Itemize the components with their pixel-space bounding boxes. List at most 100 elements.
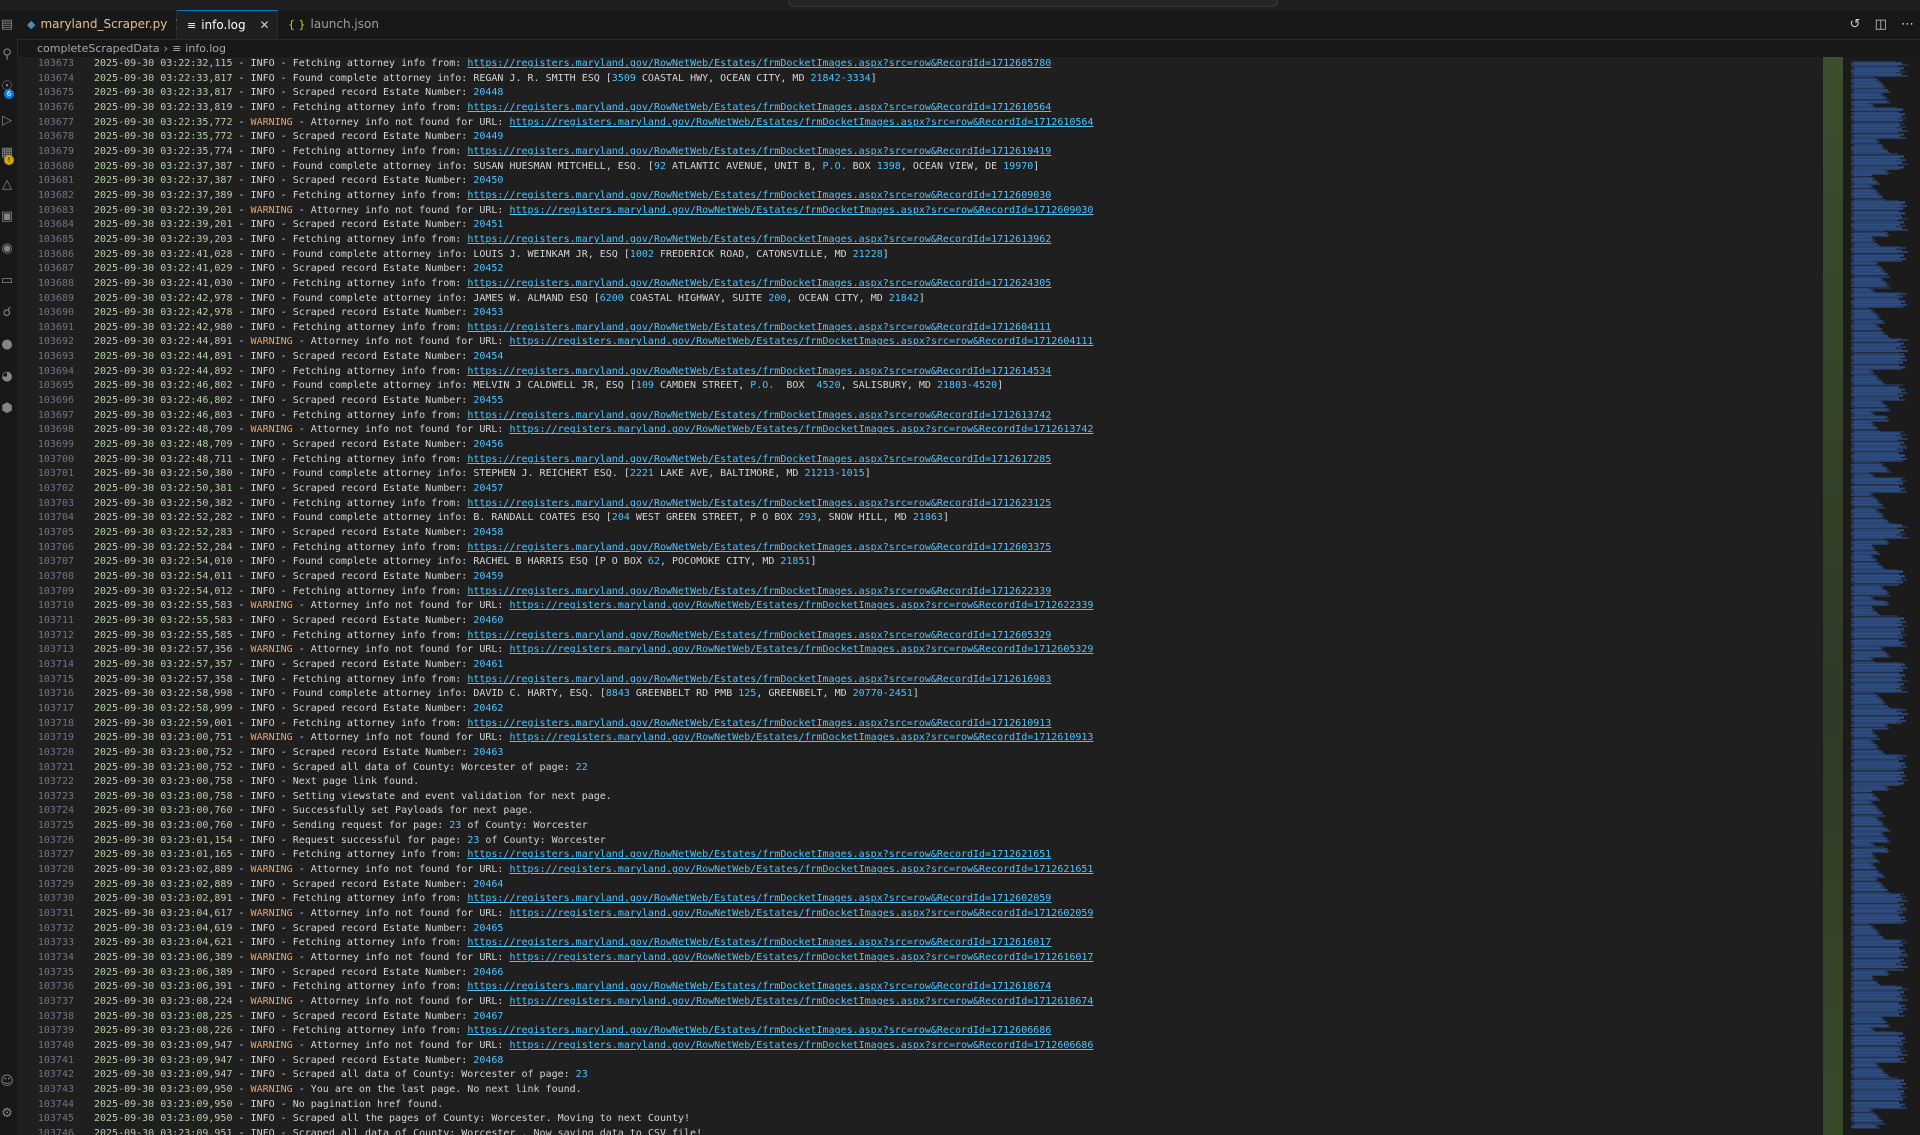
log-line[interactable]: 103678 2025-09-30 03:22:35,772 - INFO - S…	[17, 130, 1823, 145]
log-line[interactable]: 103676 2025-09-30 03:22:33,819 - INFO - F…	[17, 101, 1823, 116]
log-url-link[interactable]: https://registers.maryland.gov/RowNetWeb…	[467, 893, 1051, 904]
log-line[interactable]: 103694 2025-09-30 03:22:44,892 - INFO - F…	[17, 365, 1823, 380]
log-line[interactable]: 103683 2025-09-30 03:22:39,201 - WARNING …	[17, 204, 1823, 219]
log-line[interactable]: 103715 2025-09-30 03:22:57,358 - INFO - F…	[17, 673, 1823, 688]
log-url-link[interactable]: https://registers.maryland.gov/RowNetWeb…	[467, 674, 1051, 685]
log-url-link[interactable]: https://registers.maryland.gov/RowNetWeb…	[467, 146, 1051, 157]
log-line[interactable]: 103704 2025-09-30 03:22:52,282 - INFO - F…	[17, 511, 1823, 526]
log-line[interactable]: 103720 2025-09-30 03:23:00,752 - INFO - S…	[17, 746, 1823, 761]
editor[interactable]: 103673 2025-09-30 03:22:32,115 - INFO - F…	[17, 57, 1823, 1135]
log-line[interactable]: 103695 2025-09-30 03:22:46,802 - INFO - F…	[17, 379, 1823, 394]
log-line[interactable]: 103707 2025-09-30 03:22:54,010 - INFO - F…	[17, 555, 1823, 570]
log-line[interactable]: 103674 2025-09-30 03:22:33,817 - INFO - F…	[17, 72, 1823, 87]
log-line[interactable]: 103708 2025-09-30 03:22:54,011 - INFO - S…	[17, 570, 1823, 585]
log-line[interactable]: 103697 2025-09-30 03:22:46,803 - INFO - F…	[17, 409, 1823, 424]
run-debug-icon[interactable]: ▷	[0, 114, 14, 128]
log-line[interactable]: 103685 2025-09-30 03:22:39,203 - INFO - F…	[17, 233, 1823, 248]
folder-icon[interactable]: ▭	[0, 274, 14, 288]
log-line[interactable]: 103679 2025-09-30 03:22:35,774 - INFO - F…	[17, 145, 1823, 160]
log-url-link[interactable]: https://registers.maryland.gov/RowNetWeb…	[467, 58, 1051, 69]
tab-info-log[interactable]: ≡ info.log ✕	[177, 10, 278, 39]
breadcrumb-file[interactable]: info.log	[185, 42, 226, 55]
log-line[interactable]: 103706 2025-09-30 03:22:52,284 - INFO - F…	[17, 541, 1823, 556]
log-url-link[interactable]: https://registers.maryland.gov/RowNetWeb…	[467, 849, 1051, 860]
log-line[interactable]: 103717 2025-09-30 03:22:58,999 - INFO - S…	[17, 702, 1823, 717]
log-line[interactable]: 103721 2025-09-30 03:23:00,752 - INFO - S…	[17, 761, 1823, 776]
close-icon[interactable]: ✕	[259, 18, 269, 32]
log-line[interactable]: 103713 2025-09-30 03:22:57,356 - WARNING …	[17, 643, 1823, 658]
log-line[interactable]: 103728 2025-09-30 03:23:02,889 - WARNING …	[17, 863, 1823, 878]
log-line[interactable]: 103733 2025-09-30 03:23:04,621 - INFO - F…	[17, 936, 1823, 951]
log-line[interactable]: 103696 2025-09-30 03:22:46,802 - INFO - S…	[17, 394, 1823, 409]
log-line[interactable]: 103703 2025-09-30 03:22:50,382 - INFO - F…	[17, 497, 1823, 512]
log-line[interactable]: 103741 2025-09-30 03:23:09,947 - INFO - S…	[17, 1054, 1823, 1069]
history-icon[interactable]: ↺	[1850, 17, 1861, 32]
extensions-icon[interactable]: ▦!	[0, 146, 14, 165]
log-line[interactable]: 103681 2025-09-30 03:22:37,387 - INFO - S…	[17, 174, 1823, 189]
log-line[interactable]: 103732 2025-09-30 03:23:04,619 - INFO - S…	[17, 922, 1823, 937]
log-line[interactable]: 103693 2025-09-30 03:22:44,891 - INFO - S…	[17, 350, 1823, 365]
log-url-link[interactable]: https://registers.maryland.gov/RowNetWeb…	[467, 454, 1051, 465]
log-url-link[interactable]: https://registers.maryland.gov/RowNetWeb…	[467, 1025, 1051, 1036]
log-line[interactable]: 103712 2025-09-30 03:22:55,585 - INFO - F…	[17, 629, 1823, 644]
more-actions-icon[interactable]: ⋯	[1901, 17, 1914, 32]
log-url-link[interactable]: https://registers.maryland.gov/RowNetWeb…	[467, 542, 1051, 553]
timeline-icon[interactable]: ◕	[0, 370, 14, 384]
log-line[interactable]: 103698 2025-09-30 03:22:48,709 - WARNING …	[17, 423, 1823, 438]
log-line[interactable]: 103726 2025-09-30 03:23:01,154 - INFO - R…	[17, 834, 1823, 849]
log-line[interactable]: 103711 2025-09-30 03:22:55,583 - INFO - S…	[17, 614, 1823, 629]
containers-icon[interactable]: ▣	[0, 210, 14, 224]
log-url-link[interactable]: https://registers.maryland.gov/RowNetWeb…	[467, 322, 1051, 333]
log-url-link[interactable]: https://registers.maryland.gov/RowNetWeb…	[467, 937, 1051, 948]
log-line[interactable]: 103745 2025-09-30 03:23:09,950 - INFO - S…	[17, 1112, 1823, 1127]
git-graph-icon[interactable]: ☌	[0, 306, 14, 320]
tab-launch-json[interactable]: { } launch.json	[278, 10, 379, 39]
log-url-link[interactable]: https://registers.maryland.gov/RowNetWeb…	[467, 630, 1051, 641]
remote-explorer-icon[interactable]: ●	[0, 338, 14, 352]
split-editor-icon[interactable]: ◫	[1875, 17, 1887, 32]
log-url-link[interactable]: https://registers.maryland.gov/RowNetWeb…	[467, 981, 1051, 992]
log-url-link[interactable]: https://registers.maryland.gov/RowNetWeb…	[509, 996, 1093, 1007]
log-line[interactable]: 103691 2025-09-30 03:22:42,980 - INFO - F…	[17, 321, 1823, 336]
log-url-link[interactable]: https://registers.maryland.gov/RowNetWeb…	[467, 366, 1051, 377]
tab-maryland-scraper[interactable]: ◆maryland_Scraper.py 1	[17, 10, 183, 39]
log-url-link[interactable]: https://registers.maryland.gov/RowNetWeb…	[509, 1040, 1093, 1051]
log-line[interactable]: 103743 2025-09-30 03:23:09,950 - WARNING …	[17, 1083, 1823, 1098]
overview-ruler[interactable]	[1823, 57, 1843, 1135]
log-line[interactable]: 103746 2025-09-30 03:23:09,951 - INFO - S…	[17, 1127, 1823, 1135]
log-line[interactable]: 103710 2025-09-30 03:22:55,583 - WARNING …	[17, 599, 1823, 614]
log-line[interactable]: 103739 2025-09-30 03:23:08,226 - INFO - F…	[17, 1024, 1823, 1039]
log-url-link[interactable]: https://registers.maryland.gov/RowNetWeb…	[509, 908, 1093, 919]
log-line[interactable]: 103740 2025-09-30 03:23:09,947 - WARNING …	[17, 1039, 1823, 1054]
log-line[interactable]: 103700 2025-09-30 03:22:48,711 - INFO - F…	[17, 453, 1823, 468]
log-line[interactable]: 103744 2025-09-30 03:23:09,950 - INFO - N…	[17, 1098, 1823, 1113]
log-line[interactable]: 103701 2025-09-30 03:22:50,380 - INFO - F…	[17, 467, 1823, 482]
log-url-link[interactable]: https://registers.maryland.gov/RowNetWeb…	[467, 498, 1051, 509]
log-line[interactable]: 103722 2025-09-30 03:23:00,758 - INFO - N…	[17, 775, 1823, 790]
account-icon[interactable]: ☺	[0, 1075, 14, 1089]
log-line[interactable]: 103742 2025-09-30 03:23:09,947 - INFO - S…	[17, 1068, 1823, 1083]
gear-icon[interactable]: ⚙	[0, 1107, 14, 1121]
log-line[interactable]: 103705 2025-09-30 03:22:52,283 - INFO - S…	[17, 526, 1823, 541]
log-line[interactable]: 103735 2025-09-30 03:23:06,389 - INFO - S…	[17, 966, 1823, 981]
log-line[interactable]: 103687 2025-09-30 03:22:41,029 - INFO - S…	[17, 262, 1823, 277]
log-url-link[interactable]: https://registers.maryland.gov/RowNetWeb…	[467, 278, 1051, 289]
log-line[interactable]: 103736 2025-09-30 03:23:06,391 - INFO - F…	[17, 980, 1823, 995]
log-line[interactable]: 103682 2025-09-30 03:22:37,389 - INFO - F…	[17, 189, 1823, 204]
log-url-link[interactable]: https://registers.maryland.gov/RowNetWeb…	[509, 117, 1093, 128]
log-url-link[interactable]: https://registers.maryland.gov/RowNetWeb…	[509, 205, 1093, 216]
log-url-link[interactable]: https://registers.maryland.gov/RowNetWeb…	[467, 410, 1051, 421]
log-line[interactable]: 103714 2025-09-30 03:22:57,357 - INFO - S…	[17, 658, 1823, 673]
log-url-link[interactable]: https://registers.maryland.gov/RowNetWeb…	[509, 952, 1093, 963]
log-line[interactable]: 103719 2025-09-30 03:23:00,751 - WARNING …	[17, 731, 1823, 746]
log-line[interactable]: 103675 2025-09-30 03:22:33,817 - INFO - S…	[17, 86, 1823, 101]
explorer-icon[interactable]: ▤	[0, 18, 14, 32]
python-env-icon[interactable]: ◉	[0, 242, 14, 256]
log-line[interactable]: 103684 2025-09-30 03:22:39,201 - INFO - S…	[17, 218, 1823, 233]
search-icon[interactable]: ⚲	[0, 48, 14, 62]
log-line[interactable]: 103689 2025-09-30 03:22:42,978 - INFO - F…	[17, 292, 1823, 307]
log-line[interactable]: 103725 2025-09-30 03:23:00,760 - INFO - S…	[17, 819, 1823, 834]
log-url-link[interactable]: https://registers.maryland.gov/RowNetWeb…	[509, 732, 1093, 743]
log-line[interactable]: 103718 2025-09-30 03:22:59,001 - INFO - F…	[17, 717, 1823, 732]
log-line[interactable]: 103677 2025-09-30 03:22:35,772 - WARNING …	[17, 116, 1823, 131]
